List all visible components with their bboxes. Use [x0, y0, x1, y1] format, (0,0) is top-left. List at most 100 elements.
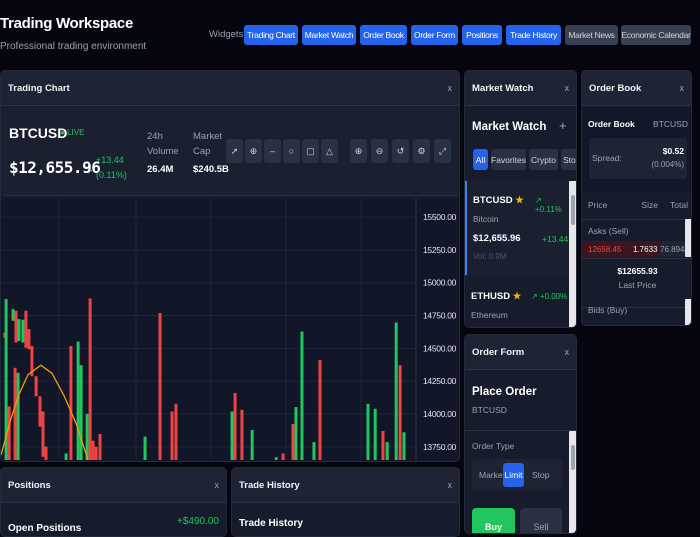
- tab-favorites[interactable]: Favorites: [491, 149, 526, 170]
- panel-header: Market Watch x: [465, 71, 576, 106]
- crosshair-icon[interactable]: ⊕: [245, 139, 262, 163]
- close-icon[interactable]: x: [680, 83, 685, 93]
- scrollbar[interactable]: [569, 431, 577, 534]
- cursor-icon[interactable]: ➚: [226, 139, 243, 163]
- widget-toggle-order-form[interactable]: Order Form: [411, 25, 458, 45]
- settings-icon[interactable]: ⚙: [413, 139, 430, 163]
- candle: [300, 332, 303, 460]
- widget-toggle-positions[interactable]: Positions: [462, 25, 502, 45]
- trading-chart-panel: Trading Chart x BTCUSD ● LIVE $12,655.96 …: [0, 70, 460, 462]
- panel-title: Market Watch: [472, 83, 533, 94]
- order-book-panel: Order Book x Order Book BTCUSD Spread: $0…: [581, 70, 692, 326]
- triangle-tool-icon[interactable]: △: [321, 139, 338, 163]
- symbol: BTCUSD: [653, 119, 688, 129]
- candle: [234, 393, 237, 460]
- y-tick-label: 14250.00: [423, 376, 457, 386]
- bids-label: Bids (Buy): [588, 305, 627, 315]
- candle: [80, 365, 83, 460]
- list-item-btcusd[interactable]: BTCUSD ★ ↗ +0.11% Bitcoin $12,655.96 +13…: [465, 181, 569, 275]
- fullscreen-icon[interactable]: ⤢: [434, 139, 451, 163]
- line-tool-icon[interactable]: –: [264, 139, 281, 163]
- y-tick-label: 14750.00: [423, 311, 457, 321]
- candle: [27, 329, 30, 349]
- y-tick-label: 14500.00: [423, 343, 457, 353]
- candle: [395, 322, 398, 460]
- tab-stocks[interactable]: Stoc: [561, 149, 577, 170]
- candle: [69, 346, 72, 460]
- market-watch-heading: Market Watch: [472, 121, 546, 133]
- panel-header: Trading Chart x: [1, 71, 459, 106]
- ask-row[interactable]: 12658.45 1.7633 76.8944: [582, 241, 685, 257]
- candle: [174, 404, 177, 460]
- scrollbar[interactable]: [685, 299, 692, 326]
- sell-button[interactable]: Sell: [520, 508, 562, 534]
- candle: [399, 365, 402, 460]
- close-icon[interactable]: x: [215, 480, 220, 490]
- market-watch-panel: Market Watch x Market Watch + All Favorit…: [464, 70, 577, 328]
- zoom-out-icon[interactable]: ⊖: [371, 139, 388, 163]
- order-type-stop[interactable]: Stop: [532, 470, 550, 480]
- widget-toggle-market-watch[interactable]: Market Watch: [302, 25, 356, 45]
- price-chart[interactable]: 15500.0015250.0015000.0014750.0014500.00…: [1, 198, 460, 462]
- widget-toggle-trade-history[interactable]: Trade History: [506, 25, 561, 45]
- y-tick-label: 14000.00: [423, 409, 457, 419]
- candle: [381, 431, 384, 460]
- candle: [144, 437, 147, 460]
- spread-value: $0.52: [663, 146, 684, 156]
- order-symbol: BTCUSD: [472, 405, 507, 415]
- candle: [231, 412, 234, 460]
- candle: [275, 457, 278, 460]
- chart-info-bar: BTCUSD ● LIVE $12,655.96 ↗ +13.44(0.11%)…: [1, 107, 460, 196]
- volume-value: 26.4M: [147, 164, 173, 175]
- scrollbar[interactable]: [685, 219, 692, 257]
- widget-toggle-trading-chart[interactable]: Trading Chart: [244, 25, 298, 45]
- positions-panel: Positionsx Open Positions +$490.00: [0, 467, 227, 537]
- panel-header: Order Formx: [465, 335, 576, 370]
- candle: [42, 412, 45, 457]
- order-book-heading: Order Book: [588, 119, 635, 129]
- volume: Vol: 0.9M: [473, 252, 506, 261]
- reset-icon[interactable]: ↺: [392, 139, 409, 163]
- list-item-ethusd[interactable]: ETHUSD ★ ↗ +0.00% Ethereum: [465, 277, 569, 328]
- scrollbar[interactable]: [569, 181, 577, 328]
- asks-label: Asks (Sell): [588, 226, 629, 236]
- y-tick-label: 15250.00: [423, 245, 457, 255]
- star-icon[interactable]: ★: [513, 291, 522, 302]
- widget-toggle-order-book[interactable]: Order Book: [360, 25, 407, 45]
- y-tick-label: 13750.00: [423, 442, 457, 452]
- buy-button[interactable]: Buy: [472, 508, 515, 534]
- close-icon[interactable]: x: [565, 83, 570, 93]
- order-type-limit[interactable]: Limit: [503, 463, 524, 487]
- symbol: BTCUSD: [9, 125, 67, 141]
- spread-box: Spread: $0.52 (0.004%): [589, 138, 687, 179]
- candle: [159, 313, 162, 460]
- rectangle-tool-icon[interactable]: ▢: [302, 139, 319, 163]
- trend-up-icon: ↗: [87, 168, 93, 176]
- candle: [15, 311, 18, 343]
- close-icon[interactable]: x: [448, 480, 453, 490]
- candle: [14, 368, 17, 460]
- price: $12,655.96: [473, 233, 521, 244]
- panel-title: Order Book: [589, 83, 641, 94]
- candle: [17, 373, 20, 460]
- order-type-market[interactable]: Market: [479, 470, 505, 480]
- candle: [39, 396, 42, 426]
- candle: [24, 311, 27, 348]
- candle: [95, 447, 98, 460]
- close-icon[interactable]: x: [448, 83, 453, 93]
- widget-toggle-market-news[interactable]: Market News: [565, 25, 618, 45]
- change-pct: ↗ +0.11%: [535, 196, 569, 214]
- candle: [374, 409, 377, 460]
- candle: [251, 430, 254, 460]
- widget-toggle-economic-calendar[interactable]: Economic Calendar: [621, 25, 691, 45]
- add-symbol-button[interactable]: +: [559, 118, 567, 133]
- zoom-in-icon[interactable]: ⊕: [350, 139, 367, 163]
- star-icon[interactable]: ★: [515, 195, 524, 206]
- tab-crypto[interactable]: Crypto: [529, 149, 558, 170]
- circle-tool-icon[interactable]: ○: [283, 139, 300, 163]
- panel-title: Trading Chart: [8, 83, 70, 94]
- close-icon[interactable]: x: [565, 347, 570, 357]
- asset-name: Ethereum: [471, 310, 508, 320]
- tab-all[interactable]: All: [473, 149, 488, 170]
- candle: [77, 342, 80, 460]
